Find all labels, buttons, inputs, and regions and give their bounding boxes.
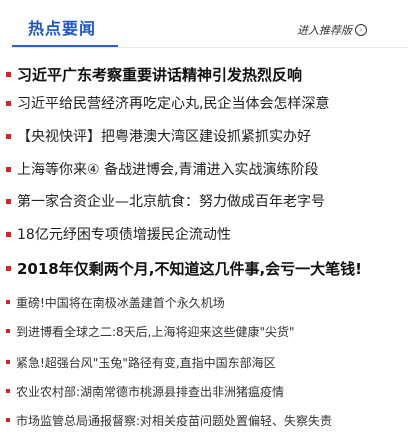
news-item[interactable]: 第一家合资企业—北京航食：努力做成百年老字号 — [4, 189, 412, 213]
news-item[interactable]: 习近平广东考察重要讲话精神引发热烈反响 — [4, 62, 412, 86]
bullet-icon — [6, 389, 10, 393]
enter-recommended-label: 进入推荐版 — [297, 24, 352, 37]
bullet-icon — [6, 265, 11, 271]
news-item-title[interactable]: 重磅!中国将在南极冰盖建首个永久机场 — [16, 294, 225, 311]
bullet-icon — [6, 198, 11, 204]
news-item-title[interactable]: 习近平给民营经济再吃定心丸,民企当体会怎样深意 — [17, 93, 329, 113]
news-item[interactable]: 2018年仅剩两个月,不知道这几件事,会亏一大笔钱! — [4, 256, 412, 280]
news-item[interactable]: 紧急!超强台风"玉兔"路径有变,直指中国东部海区 — [4, 352, 412, 372]
section-header: 热点要闻 进入推荐版 › — [0, 0, 418, 48]
news-item-title[interactable]: 到进博看全球之二:8天后,上海将迎来这些健康"尖货" — [16, 323, 295, 340]
news-item[interactable]: 习近平给民营经济再吃定心丸,民企当体会怎样深意 — [4, 91, 412, 115]
news-item[interactable]: 市场监管总局通报督察:对相关疫苗问题处置偏轻、失察失责 — [4, 410, 412, 430]
section-title-tab[interactable]: 热点要闻 — [28, 15, 96, 39]
news-item[interactable]: 18亿元纾困专项债增援民企流动性 — [4, 222, 412, 246]
bullet-icon — [6, 133, 11, 139]
news-item-title[interactable]: 农业农村部:湖南常德市桃源县排查出非洲猪瘟疫情 — [16, 383, 284, 400]
news-item[interactable]: 农业农村部:湖南常德市桃源县排查出非洲猪瘟疫情 — [4, 381, 412, 401]
bullet-icon — [6, 231, 11, 237]
news-item-title[interactable]: 2018年仅剩两个月,不知道这几件事,会亏一大笔钱! — [17, 258, 362, 279]
news-item-title[interactable]: 第一家合资企业—北京航食：努力做成百年老字号 — [17, 191, 325, 211]
news-item[interactable]: 上海等你来④ 备战进博会,青浦进入实战演练阶段 — [4, 157, 412, 181]
news-item-title[interactable]: 18亿元纾困专项债增援民企流动性 — [17, 224, 231, 244]
news-item-title[interactable]: 市场监管总局通报督察:对相关疫苗问题处置偏轻、失察失责 — [16, 412, 332, 429]
news-item[interactable]: 【央视快评】把粤港澳大湾区建设抓紧抓实办好 — [4, 124, 412, 148]
bullet-icon — [6, 71, 11, 77]
bullet-icon — [6, 418, 10, 422]
news-item[interactable]: 重磅!中国将在南极冰盖建首个永久机场 — [4, 292, 412, 312]
bullet-icon — [6, 300, 10, 304]
news-item-title[interactable]: 上海等你来④ 备战进博会,青浦进入实战演练阶段 — [17, 159, 318, 179]
enter-recommended-link[interactable]: 进入推荐版 › — [297, 22, 367, 38]
news-item-title[interactable]: 【央视快评】把粤港澳大湾区建设抓紧抓实办好 — [17, 126, 311, 146]
bullet-icon — [6, 329, 10, 333]
header-divider — [12, 47, 408, 48]
bullet-icon — [6, 360, 10, 364]
news-item-title[interactable]: 紧急!超强台风"玉兔"路径有变,直指中国东部海区 — [16, 354, 276, 371]
news-item[interactable]: 到进博看全球之二:8天后,上海将迎来这些健康"尖货" — [4, 321, 412, 341]
bullet-icon — [6, 166, 11, 172]
news-item-title[interactable]: 习近平广东考察重要讲话精神引发热烈反响 — [17, 64, 302, 85]
bullet-icon — [6, 100, 11, 106]
chevron-right-circle-icon: › — [355, 24, 367, 36]
